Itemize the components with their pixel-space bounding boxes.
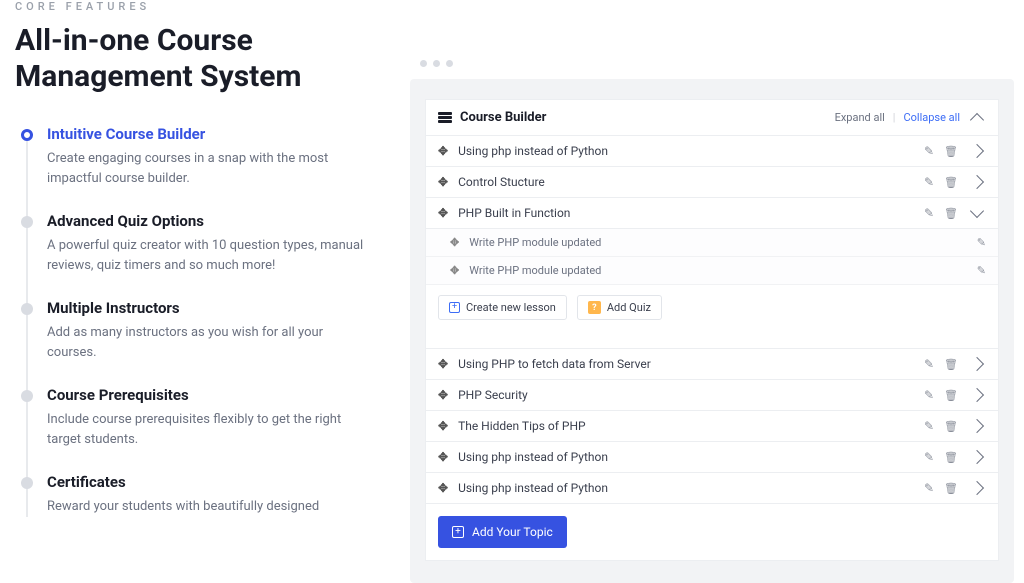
- plus-icon: +: [449, 302, 460, 313]
- delete-icon[interactable]: [944, 388, 958, 402]
- delete-icon[interactable]: [944, 206, 958, 220]
- delete-icon[interactable]: [944, 357, 958, 371]
- delete-icon[interactable]: [944, 144, 958, 158]
- edit-icon[interactable]: [924, 481, 934, 495]
- feature-prerequisites[interactable]: Course Prerequisites Include course prer…: [21, 386, 385, 449]
- chevron-right-icon[interactable]: [970, 481, 984, 495]
- topic-row[interactable]: ✥ Using php instead of Python: [426, 442, 998, 473]
- topic-row[interactable]: ✥ PHP Security: [426, 380, 998, 411]
- chevron-down-icon[interactable]: [970, 204, 984, 218]
- lesson-row[interactable]: ✥ Write PHP module updated: [426, 229, 998, 257]
- drag-handle-icon[interactable]: ✥: [438, 206, 448, 220]
- builder-title: Course Builder: [460, 110, 546, 125]
- lesson-actions-row: + Create new lesson ? Add Quiz: [426, 285, 998, 334]
- topic-label: PHP Built in Function: [458, 206, 924, 220]
- edit-icon[interactable]: [924, 175, 934, 189]
- collapse-all-link[interactable]: Collapse all: [903, 111, 960, 124]
- add-topic-button[interactable]: + Add Your Topic: [438, 516, 567, 548]
- feature-certificates[interactable]: Certificates Reward your students with b…: [21, 473, 385, 517]
- stack-icon: [438, 112, 452, 123]
- delete-icon[interactable]: [944, 481, 958, 495]
- edit-icon[interactable]: [924, 388, 934, 402]
- feature-title: Advanced Quiz Options: [47, 212, 385, 230]
- plus-icon: +: [452, 526, 464, 538]
- drag-handle-icon[interactable]: ✥: [438, 419, 448, 433]
- features-list: Intuitive Course Builder Create engaging…: [21, 125, 385, 517]
- chevron-up-icon[interactable]: [970, 112, 984, 126]
- quiz-icon: ?: [588, 301, 601, 314]
- drag-handle-icon[interactable]: ✥: [438, 388, 448, 402]
- delete-icon[interactable]: [944, 175, 958, 189]
- chevron-right-icon[interactable]: [970, 144, 984, 158]
- drag-handle-icon[interactable]: ✥: [450, 236, 459, 249]
- course-builder-card: Course Builder Expand all | Collapse all…: [425, 99, 999, 561]
- topic-label: Using php instead of Python: [458, 144, 924, 158]
- feature-intuitive-builder[interactable]: Intuitive Course Builder Create engaging…: [21, 125, 385, 188]
- drag-handle-icon[interactable]: ✥: [438, 175, 448, 189]
- feature-desc: Reward your students with beautifully de…: [47, 497, 367, 517]
- add-topic-label: Add Your Topic: [472, 525, 553, 539]
- chevron-right-icon[interactable]: [970, 388, 984, 402]
- topic-label: Control Stucture: [458, 175, 924, 189]
- feature-title: Certificates: [47, 473, 385, 491]
- delete-icon[interactable]: [944, 450, 958, 464]
- chevron-right-icon[interactable]: [970, 175, 984, 189]
- topic-label: Using PHP to fetch data from Server: [458, 357, 924, 371]
- chevron-right-icon[interactable]: [970, 357, 984, 371]
- drag-handle-icon[interactable]: ✥: [450, 264, 459, 277]
- edit-icon[interactable]: [924, 144, 934, 158]
- delete-icon[interactable]: [944, 419, 958, 433]
- chevron-right-icon[interactable]: [970, 419, 984, 433]
- feature-title: Intuitive Course Builder: [47, 125, 385, 143]
- feature-title: Multiple Instructors: [47, 299, 385, 317]
- topic-row[interactable]: ✥ Using php instead of Python: [426, 136, 998, 167]
- feature-desc: Include course prerequisites flexibly to…: [47, 410, 367, 449]
- eyebrow-label: CORE FEATURES: [15, 0, 385, 13]
- builder-header: Course Builder Expand all | Collapse all: [426, 100, 998, 136]
- add-quiz-button[interactable]: ? Add Quiz: [577, 295, 662, 320]
- feature-multiple-instructors[interactable]: Multiple Instructors Add as many instruc…: [21, 299, 385, 362]
- topic-row[interactable]: ✥ The Hidden Tips of PHP: [426, 411, 998, 442]
- topic-row[interactable]: ✥ Control Stucture: [426, 167, 998, 198]
- edit-icon[interactable]: [977, 236, 986, 249]
- topic-label: The Hidden Tips of PHP: [458, 419, 924, 433]
- separator: |: [893, 111, 896, 124]
- topic-row[interactable]: ✥ Using PHP to fetch data from Server: [426, 348, 998, 380]
- topic-label: Using php instead of Python: [458, 450, 924, 464]
- chevron-right-icon[interactable]: [970, 450, 984, 464]
- edit-icon[interactable]: [924, 450, 934, 464]
- edit-icon[interactable]: [924, 357, 934, 371]
- expand-all-link[interactable]: Expand all: [835, 111, 885, 124]
- lesson-label: Write PHP module updated: [469, 236, 977, 249]
- feature-desc: Add as many instructors as you wish for …: [47, 323, 367, 362]
- edit-icon[interactable]: [977, 264, 986, 277]
- edit-icon[interactable]: [924, 419, 934, 433]
- topic-row[interactable]: ✥ PHP Built in Function: [426, 198, 998, 229]
- feature-desc: A powerful quiz creator with 10 question…: [47, 236, 367, 275]
- topic-label: PHP Security: [458, 388, 924, 402]
- add-quiz-label: Add Quiz: [607, 301, 651, 314]
- feature-desc: Create engaging courses in a snap with t…: [47, 149, 367, 188]
- page-headline: All-in-one Course Management System: [15, 23, 385, 95]
- edit-icon[interactable]: [924, 206, 934, 220]
- course-builder-panel: Course Builder Expand all | Collapse all…: [410, 79, 1014, 583]
- lesson-row[interactable]: ✥ Write PHP module updated: [426, 257, 998, 285]
- lesson-label: Write PHP module updated: [469, 264, 977, 277]
- drag-handle-icon[interactable]: ✥: [438, 357, 448, 371]
- topic-row[interactable]: ✥ Using php instead of Python: [426, 473, 998, 504]
- drag-handle-icon[interactable]: ✥: [438, 144, 448, 158]
- create-lesson-button[interactable]: + Create new lesson: [438, 295, 567, 320]
- create-lesson-label: Create new lesson: [466, 301, 556, 314]
- feature-title: Course Prerequisites: [47, 386, 385, 404]
- drag-handle-icon[interactable]: ✥: [438, 450, 448, 464]
- window-dots: [420, 60, 1014, 67]
- topic-label: Using php instead of Python: [458, 481, 924, 495]
- drag-handle-icon[interactable]: ✥: [438, 481, 448, 495]
- feature-quiz-options[interactable]: Advanced Quiz Options A powerful quiz cr…: [21, 212, 385, 275]
